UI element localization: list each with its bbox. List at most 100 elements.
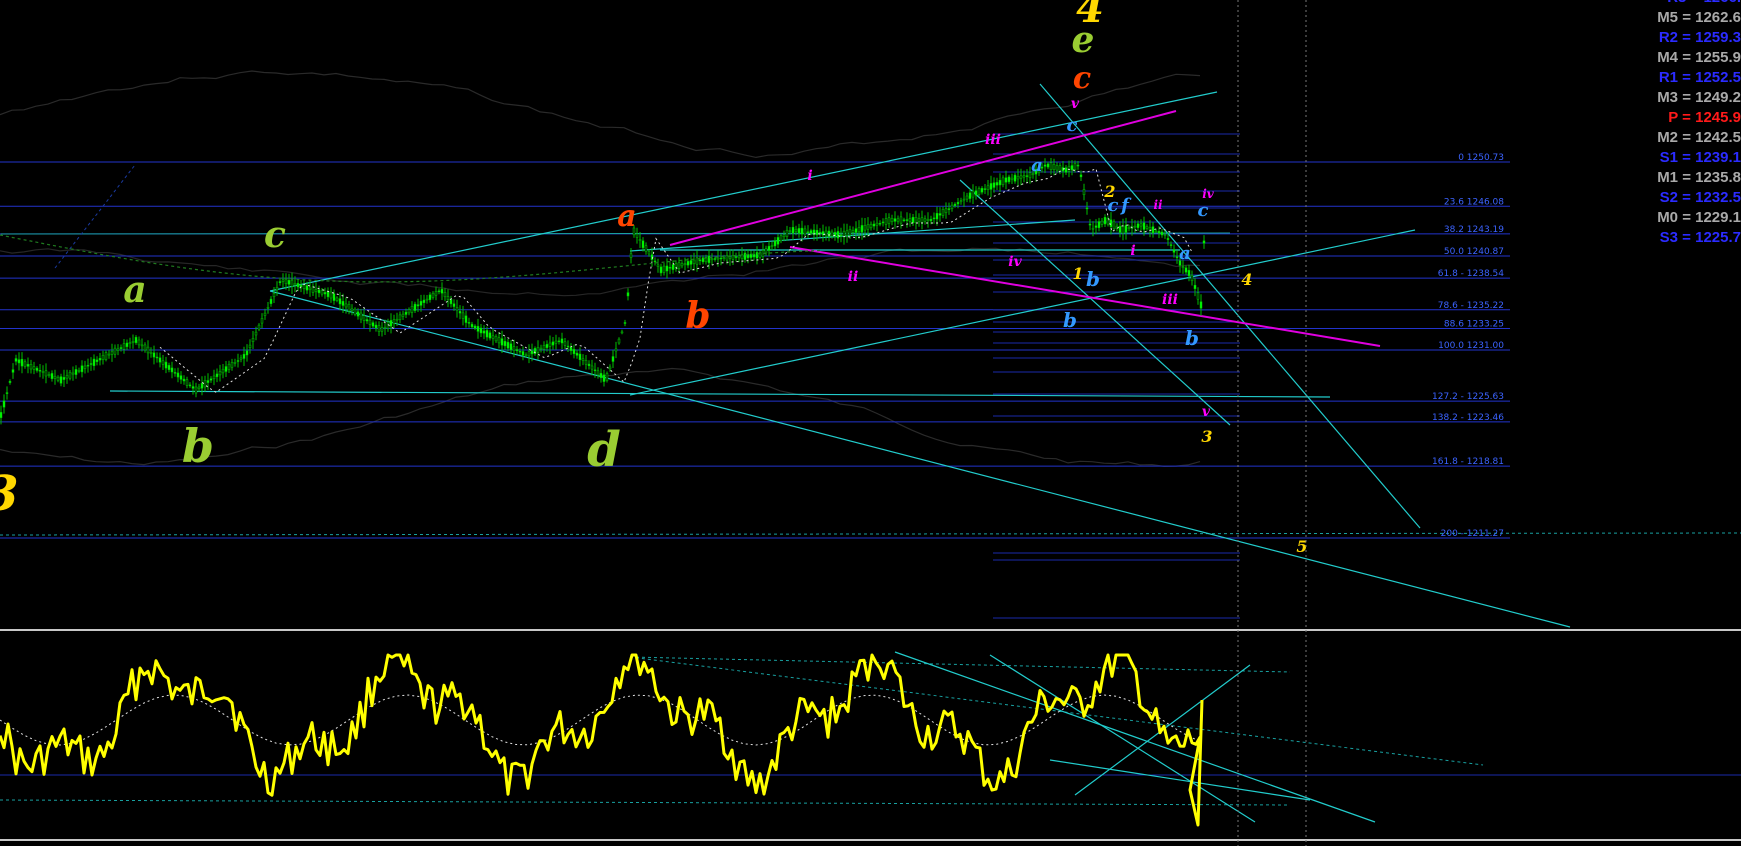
- pivot-label: R3 = 1266.: [1667, 0, 1741, 6]
- candle-body: [569, 346, 573, 351]
- wave-label: iii: [1162, 292, 1178, 308]
- candle-body: [314, 289, 318, 292]
- candle-body: [83, 365, 87, 369]
- candle-body: [482, 330, 486, 334]
- bollinger-band: [0, 70, 1201, 159]
- candle-body: [686, 261, 690, 266]
- candle-body: [245, 350, 249, 356]
- wave-label: iv: [1202, 187, 1215, 201]
- candle-body: [1172, 249, 1176, 253]
- fib-level-label: 50.0 1240.87: [1444, 247, 1504, 257]
- candle-body: [65, 375, 69, 379]
- candle-body: [1088, 223, 1092, 226]
- candle-body: [1004, 177, 1008, 183]
- candle-body: [620, 331, 624, 334]
- candle-body: [1058, 165, 1062, 172]
- candle-body: [893, 218, 897, 222]
- candle-body: [1139, 223, 1143, 227]
- candle-body: [254, 331, 258, 336]
- candle-body: [458, 311, 462, 314]
- candle-body: [191, 386, 195, 389]
- wave-label: iii: [985, 132, 1001, 148]
- wave-label: c: [264, 214, 286, 256]
- candle-body: [389, 320, 393, 327]
- candle-body: [830, 231, 834, 237]
- price-candles: [0, 158, 1206, 425]
- candle-body: [578, 353, 582, 360]
- candle-body: [515, 349, 519, 352]
- candle-body: [137, 339, 141, 346]
- candle-body: [971, 190, 975, 198]
- candle-body: [224, 366, 228, 372]
- candle-body: [554, 340, 558, 344]
- candle-body: [824, 230, 828, 237]
- candle-body: [41, 371, 45, 373]
- candle-body: [647, 251, 651, 255]
- candle-body: [938, 213, 942, 216]
- candle-body: [419, 300, 423, 306]
- candle-body: [974, 190, 978, 196]
- candle-body: [863, 225, 867, 231]
- candle-body: [848, 229, 852, 236]
- candle-body: [587, 363, 591, 366]
- candle-body: [890, 218, 894, 222]
- candle-body: [494, 336, 498, 342]
- candle-body: [155, 356, 159, 359]
- candle-body: [626, 292, 630, 297]
- candle-body: [956, 201, 960, 205]
- candle-body: [716, 257, 720, 260]
- candle-body: [1097, 221, 1101, 229]
- candle-body: [62, 377, 66, 380]
- candle-body: [785, 229, 789, 237]
- candle-body: [839, 234, 843, 236]
- candle-body: [911, 216, 915, 224]
- candle-body: [641, 240, 645, 249]
- pivot-label: M5 = 1262.6: [1657, 9, 1741, 26]
- candle-body: [86, 364, 90, 367]
- candle-body: [743, 252, 747, 260]
- candle-body: [356, 311, 360, 317]
- candle-body: [401, 313, 405, 317]
- candle-body: [134, 336, 138, 344]
- candle-body: [452, 303, 456, 307]
- trading-chart[interactable]: 0 1250.73 23.6 1246.08 38.2 1243.19 50.0 12…: [0, 0, 1741, 846]
- candle-body: [638, 239, 642, 241]
- candle-body: [17, 359, 21, 364]
- candle-body: [308, 287, 312, 290]
- wave-label: b: [1063, 308, 1077, 332]
- candle-body: [767, 245, 771, 251]
- candle-body: [827, 230, 831, 237]
- candle-body: [776, 237, 780, 245]
- trend-lines: [54, 83, 1571, 628]
- candle-body: [941, 209, 945, 216]
- candle-body: [545, 344, 549, 348]
- pivot-label: S1 = 1239.1: [1660, 149, 1741, 166]
- candle-body: [455, 307, 459, 311]
- candle-body: [221, 368, 225, 374]
- candle-body: [584, 360, 588, 365]
- candle-body: [908, 218, 912, 222]
- candle-body: [872, 223, 876, 227]
- candle-body: [1082, 189, 1086, 195]
- candle-body: [815, 230, 819, 236]
- candle-body: [527, 351, 531, 357]
- candle-body: [797, 228, 801, 234]
- candle-body: [1013, 174, 1017, 182]
- candle-body: [5, 392, 9, 394]
- candle-body: [1166, 238, 1170, 240]
- candle-body: [44, 370, 48, 377]
- candle-body: [113, 347, 117, 355]
- candle-body: [278, 281, 282, 284]
- candle-body: [1202, 240, 1206, 244]
- candle-body: [203, 380, 207, 388]
- candle-body: [506, 341, 510, 349]
- candle-body: [644, 245, 648, 252]
- candle-body: [80, 365, 84, 373]
- candle-body: [1025, 175, 1029, 177]
- candle-body: [338, 298, 342, 305]
- candle-body: [1085, 207, 1089, 210]
- candle-body: [353, 308, 357, 315]
- candle-body: [962, 198, 966, 201]
- candle-body: [608, 366, 612, 370]
- wave-label: b: [1185, 326, 1199, 350]
